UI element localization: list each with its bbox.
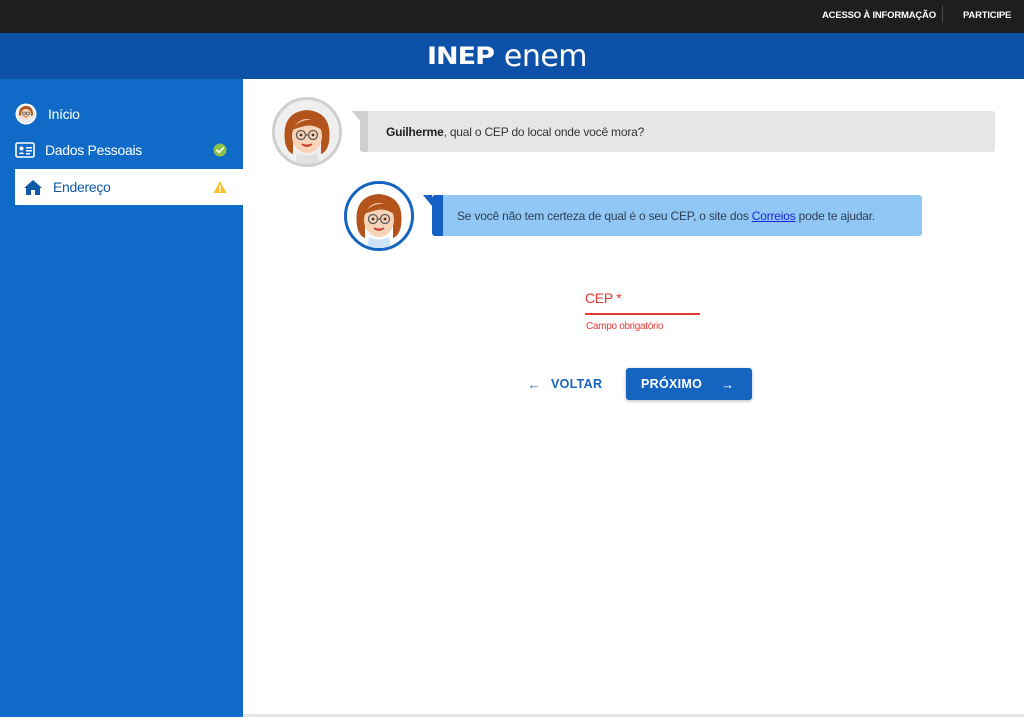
sidebar-item-label: Endereço xyxy=(53,179,111,195)
inep-enem-logo[interactable]: INEP enem xyxy=(427,38,588,74)
avatar-icon xyxy=(15,103,37,125)
tip-text-before: Se você não tem certeza de qual é o seu … xyxy=(457,209,752,223)
assistant-avatar xyxy=(272,97,342,167)
tip-text-after: pode te ajudar. xyxy=(795,209,876,223)
sidebar-item-endereco[interactable]: Endereço xyxy=(15,169,243,205)
assistant-tip-bubble: Se você não tem certeza de qual é o seu … xyxy=(423,195,922,236)
back-button[interactable]: ← VOLTAR xyxy=(524,370,606,398)
arrow-left-icon: ← xyxy=(527,376,541,392)
next-button[interactable]: PRÓXIMO → xyxy=(626,368,752,400)
user-name: Guilherme xyxy=(386,125,444,139)
cep-label: CEP * xyxy=(585,290,622,306)
home-icon xyxy=(22,176,44,198)
acesso-informacao-link[interactable]: ACESSO À INFORMAÇÃO xyxy=(822,10,936,21)
participe-link[interactable]: PARTICIPE xyxy=(963,10,1011,21)
sidebar-item-label: Dados Pessoais xyxy=(45,142,142,158)
sidebar-item-label: Início xyxy=(48,106,80,122)
assistant-avatar-tip xyxy=(344,181,414,251)
top-bar: ACESSO À INFORMAÇÃO PARTICIPE xyxy=(0,0,1024,33)
logo-inep-text: INEP xyxy=(427,42,495,70)
question-text: , qual o CEP do local onde você mora? xyxy=(443,125,645,139)
logo-enem-text: enem xyxy=(503,38,588,74)
bubble-tail xyxy=(352,111,361,122)
sidebar: Início Dados Pessoais Endereço xyxy=(0,79,243,717)
back-button-label: VOLTAR xyxy=(550,377,603,391)
cep-input[interactable]: CEP * xyxy=(585,288,700,315)
topbar-divider xyxy=(942,5,943,23)
arrow-right-icon: → xyxy=(721,376,735,392)
correios-link[interactable]: Correios xyxy=(752,209,796,223)
assistant-question-bubble: Guilherme, qual o CEP do local onde você… xyxy=(352,111,995,152)
warning-icon xyxy=(213,180,227,194)
next-button-label: PRÓXIMO xyxy=(641,377,703,391)
check-icon xyxy=(213,143,227,157)
id-card-icon xyxy=(14,139,36,161)
bubble-tail xyxy=(423,195,432,206)
sidebar-item-inicio[interactable]: Início xyxy=(0,96,243,132)
sidebar-item-dados-pessoais[interactable]: Dados Pessoais xyxy=(0,132,243,168)
cep-error-message: Campo obrigatório xyxy=(586,321,664,332)
site-header: INEP enem xyxy=(0,33,1024,79)
